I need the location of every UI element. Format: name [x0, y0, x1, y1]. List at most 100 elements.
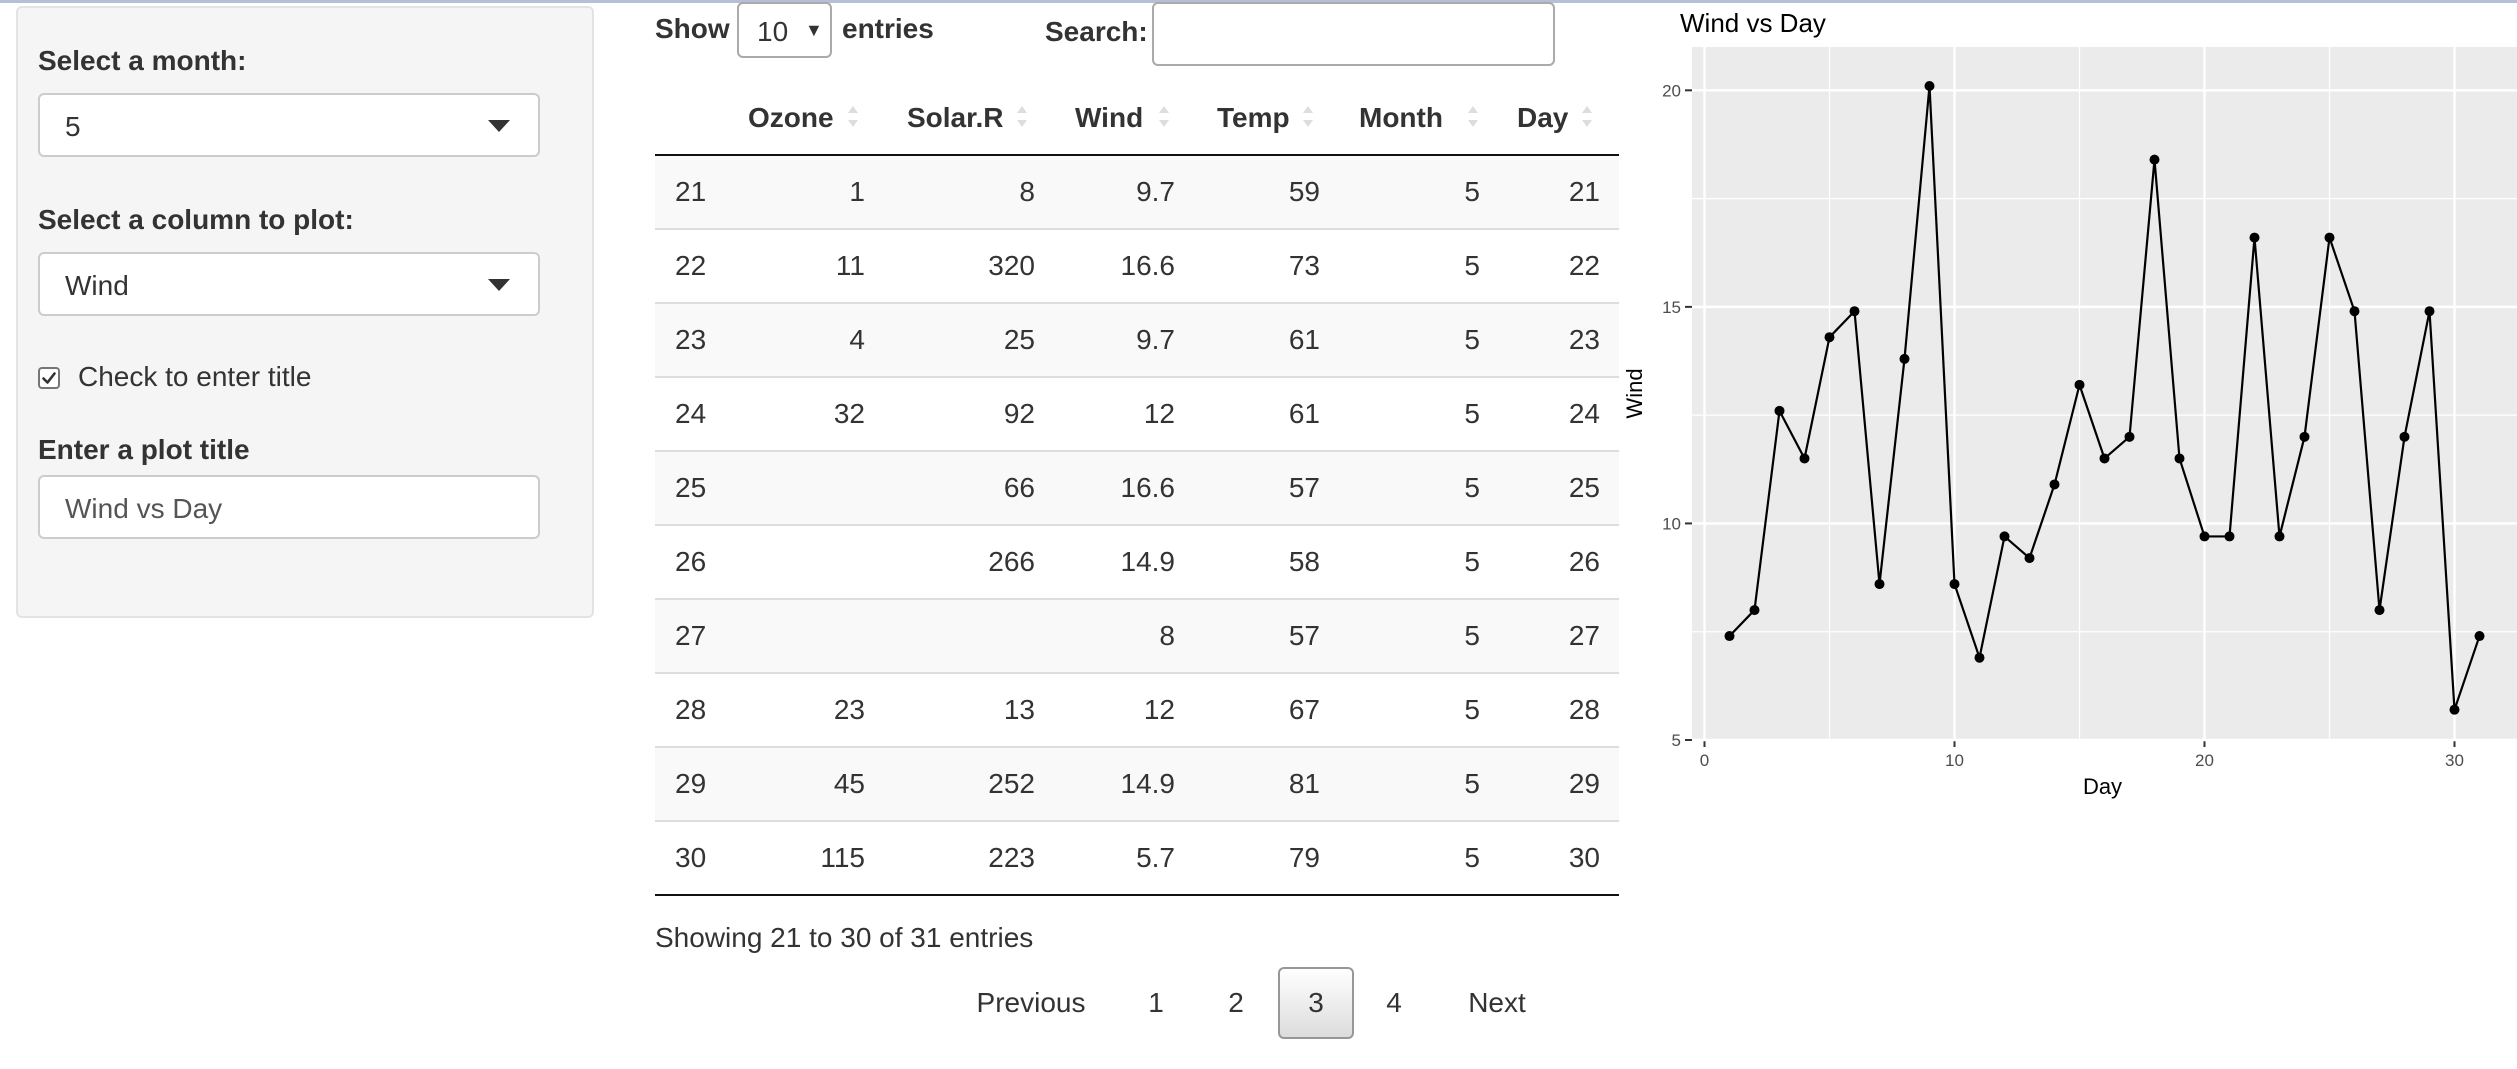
table-cell: 73: [1288, 250, 1320, 281]
table-cell: 16.6: [1120, 250, 1176, 281]
x-tick-label: 30: [2445, 751, 2464, 770]
data-point: [1949, 579, 1960, 590]
table-cell: 5: [1464, 398, 1480, 429]
data-point: [2174, 453, 2185, 464]
data-point: [2024, 553, 2035, 564]
table-cell: 30: [675, 842, 707, 873]
table-cell: 66: [1003, 472, 1035, 503]
search-label: Search:: [1045, 16, 1148, 47]
table-body: 21 1 8 9.7 59 5 21 22 11 320 16.6 73 5 22 23 4 25 9.7 61 5 2…: [655, 156, 1619, 896]
data-point: [1849, 306, 1860, 317]
month-select[interactable]: 5: [38, 93, 540, 157]
entries-label: entries: [842, 13, 934, 44]
x-tick-label: 10: [1945, 751, 1964, 770]
table-cell: 23: [833, 694, 865, 725]
data-point: [2074, 379, 2085, 390]
chevron-down-icon: [488, 120, 510, 132]
sort-icon: [848, 106, 858, 132]
table-row: 21 1 8 9.7 59 5 21: [655, 156, 1619, 230]
y-tick-label: 5: [1672, 731, 1681, 750]
table-row: 23 4 25 9.7 61 5 23: [655, 304, 1619, 378]
title-checkbox[interactable]: [38, 367, 60, 389]
dropdown-arrow-icon: ▼: [805, 20, 823, 40]
pagination-next[interactable]: Next: [1452, 967, 1542, 1039]
table-cell: 9.7: [1136, 324, 1175, 355]
table-cell: 28: [675, 694, 707, 725]
table-row: 28 23 13 12 67 5 28: [655, 674, 1619, 748]
table-cell: 67: [1288, 694, 1320, 725]
data-point: [2149, 154, 2160, 165]
data-point: [2324, 232, 2335, 243]
pagination-previous[interactable]: Previous: [960, 967, 1102, 1039]
table-cell: 21: [675, 176, 707, 207]
table-cell: 81: [1288, 768, 1320, 799]
table-cell: 57: [1288, 472, 1320, 503]
table-cell: 23: [1568, 324, 1600, 355]
table-cell: 21: [1568, 176, 1600, 207]
data-point: [1999, 531, 2010, 542]
column-header-month[interactable]: Month: [1359, 102, 1443, 134]
table-cell: 5: [1464, 768, 1480, 799]
table-cell: 5: [1464, 324, 1480, 355]
table-cell: 27: [675, 620, 707, 651]
sort-icon: [1159, 106, 1169, 132]
table-row: 24 32 92 12 61 5 24: [655, 378, 1619, 452]
data-point: [1749, 605, 1760, 616]
data-point: [1824, 332, 1835, 343]
chevron-down-icon: [488, 279, 510, 291]
table-cell: 13: [1003, 694, 1035, 725]
data-point: [2224, 531, 2235, 542]
data-point: [1924, 80, 1935, 91]
wind-plot: 0 10 20 30 5 10 15 20 Wind vs Day Day Wind: [1620, 0, 2517, 820]
sort-icon: [1303, 106, 1313, 132]
table-cell: 24: [675, 398, 707, 429]
table-cell: 25: [675, 472, 707, 503]
data-point: [2249, 232, 2260, 243]
column-header-ozone[interactable]: Ozone: [748, 102, 834, 134]
data-point: [1799, 453, 1810, 464]
sort-icon: [1582, 106, 1592, 132]
plot-title-label: Enter a plot title: [38, 434, 250, 465]
table-cell: 26: [675, 546, 707, 577]
table-cell: 252: [988, 768, 1035, 799]
table-cell: 30: [1568, 842, 1600, 873]
data-point: [2349, 306, 2360, 317]
data-point: [2299, 431, 2310, 442]
table-cell: 1: [849, 176, 865, 207]
table-cell: 5: [1464, 694, 1480, 725]
column-header-wind[interactable]: Wind: [1075, 102, 1143, 134]
table-header-row: Ozone Solar.R Wind Temp Month Day: [655, 84, 1619, 156]
pagination-page-2[interactable]: 2: [1214, 967, 1258, 1039]
table-cell: 223: [988, 842, 1035, 873]
table-cell: 5: [1464, 546, 1480, 577]
plot-title-input[interactable]: Wind vs Day: [38, 475, 540, 539]
x-tick-label: 20: [2195, 751, 2214, 770]
column-header-day[interactable]: Day: [1517, 102, 1568, 134]
table-cell: 4: [849, 324, 865, 355]
column-header-temp[interactable]: Temp: [1217, 102, 1290, 134]
data-point: [2424, 306, 2435, 317]
column-header-solar-r[interactable]: Solar.R: [907, 102, 1003, 134]
column-select[interactable]: Wind: [38, 252, 540, 316]
table-cell: 57: [1288, 620, 1320, 651]
entries-length-select[interactable]: 10 ▼: [737, 2, 832, 58]
table-cell: 29: [1568, 768, 1600, 799]
data-point: [1874, 579, 1885, 590]
search-input[interactable]: [1152, 2, 1555, 66]
pagination-page-4[interactable]: 4: [1372, 967, 1416, 1039]
table-cell: 58: [1288, 546, 1320, 577]
column-select-label: Select a column to plot:: [38, 204, 354, 235]
table-cell: 16.6: [1120, 472, 1176, 503]
table-cell: 61: [1288, 324, 1320, 355]
data-point: [2049, 479, 2060, 490]
table-cell: 12: [1143, 694, 1175, 725]
pagination-page-1[interactable]: 1: [1134, 967, 1178, 1039]
plot-title-input-value: Wind vs Day: [65, 493, 223, 524]
pagination-page-3-current[interactable]: 3: [1278, 967, 1354, 1039]
table-cell: 22: [675, 250, 707, 281]
data-point: [2274, 531, 2285, 542]
table-row: 25 66 16.6 57 5 25: [655, 452, 1619, 526]
table-cell: 9.7: [1136, 176, 1175, 207]
table-cell: 5: [1464, 250, 1480, 281]
table-cell: 26: [1568, 546, 1600, 577]
